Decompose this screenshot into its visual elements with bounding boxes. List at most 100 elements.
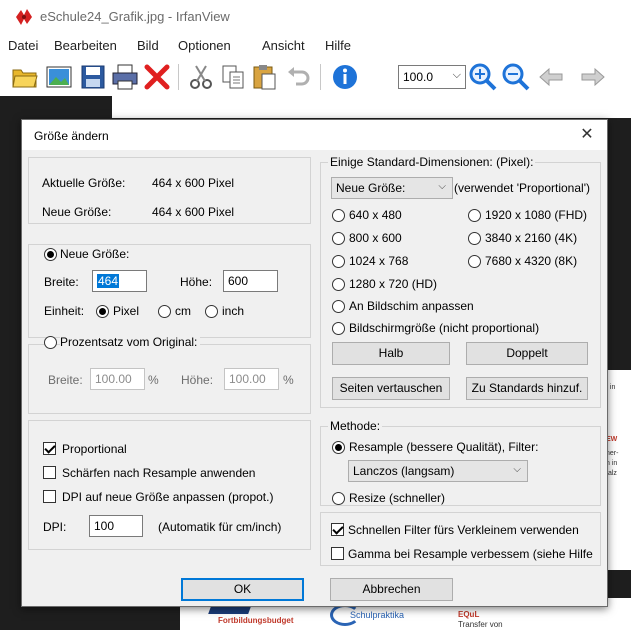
chevron-down-icon: ⌵	[513, 464, 521, 475]
half-button[interactable]: Halb	[332, 342, 450, 365]
menu-bild[interactable]: Bild	[137, 38, 159, 53]
double-button[interactable]: Doppelt	[466, 342, 588, 365]
percent-width-label: Breite:	[48, 373, 83, 387]
fast-filter-checkbox[interactable]	[331, 523, 344, 536]
dialog-title-bar: Größe ändern ✕	[22, 120, 607, 150]
menu-optionen[interactable]: Optionen	[178, 38, 231, 53]
size-1920-label: 1920 x 1080 (FHD)	[485, 208, 588, 222]
size-1920-radio[interactable]	[468, 209, 481, 222]
print-icon[interactable]	[110, 62, 140, 92]
image-right-edge: t in EW ner- n in falz	[604, 370, 631, 570]
unit-pixel-radio[interactable]	[96, 305, 109, 318]
cut-icon[interactable]	[186, 62, 216, 92]
zoom-value: 100.0	[403, 70, 434, 84]
standard-size-combo[interactable]: Neue Größe: ⌵	[331, 177, 453, 199]
fit-screen-radio[interactable]	[332, 300, 345, 313]
add-to-standards-button[interactable]: Zu Standards hinzuf.	[466, 377, 588, 400]
width-input[interactable]: 464	[92, 270, 147, 292]
resample-label: Resample (bessere Qualität), Filter:	[349, 440, 539, 454]
screen-size-label: Bildschirmgröße (nicht proportional)	[349, 321, 540, 335]
menu-hilfe[interactable]: Hilfe	[325, 38, 351, 53]
image-brand-text: EQuL	[458, 610, 480, 619]
unit-label: Einheit:	[44, 304, 85, 318]
delete-icon[interactable]	[142, 62, 172, 92]
zoom-out-icon[interactable]	[501, 62, 531, 92]
size-1024-label: 1024 x 768	[349, 254, 409, 268]
percent-height-label: Höhe:	[181, 373, 214, 387]
unit-inch-label: inch	[222, 304, 245, 318]
sharpen-label: Schärfen nach Resample anwenden	[62, 466, 256, 480]
size-640-label: 640 x 480	[349, 208, 402, 222]
standard-size-combo-value: Neue Größe:	[336, 181, 406, 195]
zoom-combo[interactable]: 100.0 ⌵	[398, 65, 466, 89]
menu-bar: Datei Bearbeiten Bild Optionen Ansicht H…	[0, 34, 631, 58]
irfanview-logo-icon	[16, 9, 32, 25]
size-1024-radio[interactable]	[332, 255, 345, 268]
gamma-label: Gamma bei Resample verbessem (siehe Hilf…	[348, 547, 593, 561]
dpi-adjust-checkbox[interactable]	[43, 490, 56, 503]
percent-height-input[interactable]: 100.00	[224, 368, 279, 390]
screen-size-radio[interactable]	[332, 322, 345, 335]
filter-combo[interactable]: Lanczos (langsam) ⌵	[348, 460, 528, 482]
previous-icon[interactable]	[536, 62, 566, 92]
cancel-button[interactable]: Abbrechen	[330, 578, 453, 601]
ok-button[interactable]: OK	[181, 578, 304, 601]
paste-icon[interactable]	[250, 62, 280, 92]
size-640-radio[interactable]	[332, 209, 345, 222]
size-800-label: 800 x 600	[349, 231, 402, 245]
image-top-strip	[112, 96, 631, 118]
image-brand-text: Transfer von	[458, 620, 503, 629]
menu-bearbeiten[interactable]: Bearbeiten	[54, 38, 117, 53]
toolbar-separator	[320, 64, 321, 90]
height-label: Höhe:	[180, 275, 213, 289]
copy-icon[interactable]	[218, 62, 248, 92]
method-legend: Methode:	[328, 419, 383, 433]
unit-cm-radio[interactable]	[158, 305, 171, 318]
size-7680-radio[interactable]	[468, 255, 481, 268]
image-brand-text: Schulpraktika	[350, 610, 405, 620]
size-1280-radio[interactable]	[332, 278, 345, 291]
title-bar: eSchule24_Grafik.jpg - IrfanView	[0, 0, 631, 34]
fast-filter-label: Schnellen Filter fürs Verkleinem verwend…	[348, 523, 579, 537]
resample-radio[interactable]	[332, 441, 345, 454]
zoom-in-icon[interactable]	[468, 62, 498, 92]
toolbar	[0, 58, 631, 96]
resize-label: Resize (schneller)	[349, 491, 446, 505]
close-icon[interactable]: ✕	[575, 123, 599, 147]
width-input-value: 464	[97, 274, 120, 288]
menu-datei[interactable]: Datei	[8, 38, 38, 53]
dpi-label: DPI:	[43, 520, 67, 534]
next-icon[interactable]	[578, 62, 608, 92]
window-title: eSchule24_Grafik.jpg - IrfanView	[40, 9, 230, 24]
percent-width-input[interactable]: 100.00	[90, 368, 145, 390]
toolbar-separator	[178, 64, 179, 90]
new-size-radio[interactable]	[44, 248, 57, 261]
percent-radio-label: Prozentsatz vom Original:	[60, 335, 201, 349]
dpi-note: (Automatik für cm/inch)	[158, 520, 282, 534]
height-input[interactable]: 600	[223, 270, 278, 292]
standard-dimensions-legend: Einige Standard-Dimensionen: (Pixel):	[328, 155, 536, 169]
resize-radio[interactable]	[332, 492, 345, 505]
unit-inch-radio[interactable]	[205, 305, 218, 318]
swap-sides-button[interactable]: Seiten vertauschen	[332, 377, 450, 400]
percent-width-unit: %	[148, 373, 159, 387]
dpi-input[interactable]: 100	[89, 515, 143, 537]
size-3840-label: 3840 x 2160 (4K)	[485, 231, 578, 245]
proportional-checkbox[interactable]	[43, 442, 56, 455]
size-3840-radio[interactable]	[468, 232, 481, 245]
gamma-checkbox[interactable]	[331, 547, 344, 560]
slideshow-icon[interactable]	[44, 62, 74, 92]
save-icon[interactable]	[78, 62, 108, 92]
open-folder-icon[interactable]	[10, 62, 40, 92]
resize-dialog: Größe ändern ✕ Aktuelle Größe: 464 x 600…	[21, 119, 608, 607]
undo-icon[interactable]	[284, 62, 314, 92]
menu-ansicht[interactable]: Ansicht	[262, 38, 305, 53]
size-800-radio[interactable]	[332, 232, 345, 245]
new-size-label: Neue Größe:	[42, 205, 112, 219]
info-icon[interactable]	[330, 62, 360, 92]
sharpen-checkbox[interactable]	[43, 466, 56, 479]
percent-radio[interactable]	[44, 336, 57, 349]
percent-height-unit: %	[283, 373, 294, 387]
standard-combo-note: (verwendet 'Proportional')	[454, 181, 590, 195]
dialog-title: Größe ändern	[34, 129, 109, 143]
